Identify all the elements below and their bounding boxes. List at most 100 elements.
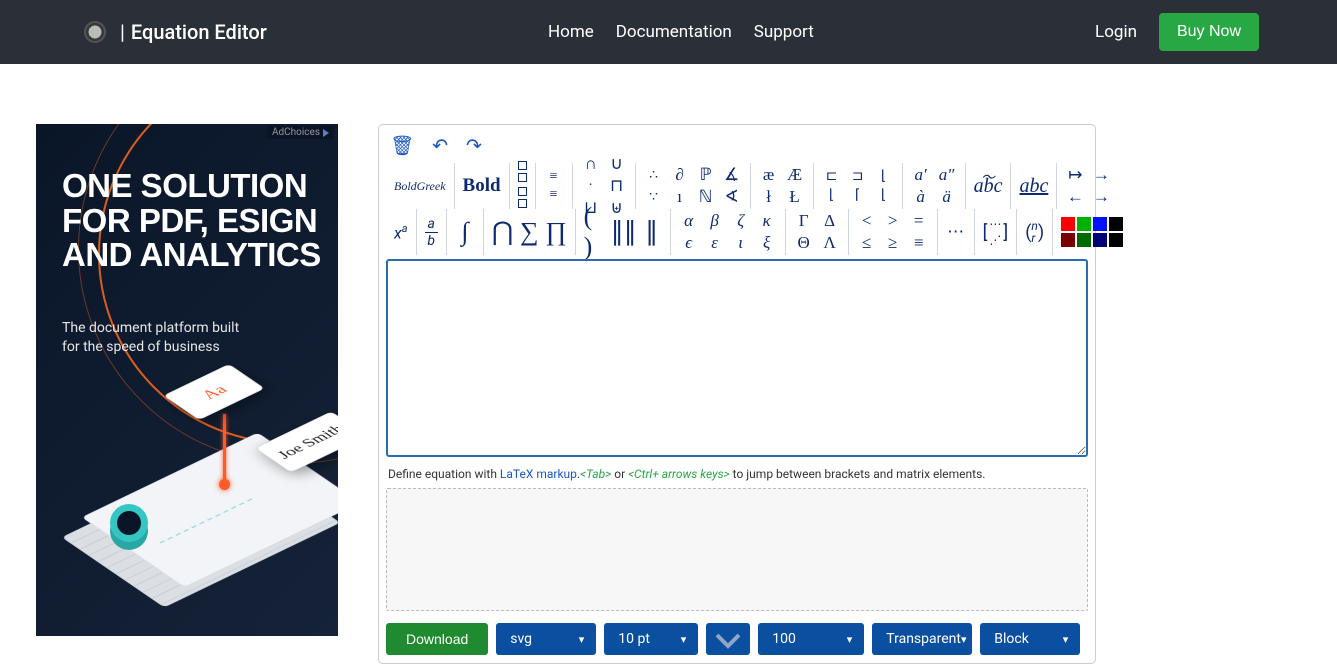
- geq-button[interactable]: ≥: [883, 233, 903, 253]
- underline-button[interactable]: abc: [1019, 175, 1048, 198]
- norm-button[interactable]: ∥∥: [612, 217, 636, 247]
- angle2-button[interactable]: ∢: [722, 187, 742, 207]
- mapsto-button[interactable]: ↦: [1065, 165, 1085, 185]
- eq-button[interactable]: =: [909, 211, 929, 231]
- latex-markup-link[interactable]: LaTeX markup: [500, 467, 577, 481]
- lstroke-lc-button[interactable]: ł: [759, 187, 779, 207]
- latex-input[interactable]: [386, 259, 1088, 457]
- leq-button[interactable]: ≤: [857, 233, 877, 253]
- dotless-i-button[interactable]: ı: [670, 187, 690, 207]
- nat-button[interactable]: ℕ: [696, 187, 716, 207]
- cdots-button[interactable]: ⋯: [946, 222, 966, 242]
- display-select[interactable]: Block▾: [980, 623, 1080, 655]
- xi-button[interactable]: ξ: [757, 233, 777, 253]
- partial-button[interactable]: ∂: [670, 165, 690, 185]
- swatch-blue[interactable]: [1093, 217, 1107, 231]
- sqsup-button[interactable]: ⊐: [848, 168, 868, 185]
- nav-docs[interactable]: Documentation: [616, 22, 732, 42]
- therefore-button[interactable]: ∴: [644, 165, 664, 185]
- hat-button[interactable]: ～abc: [974, 175, 1003, 198]
- because-button[interactable]: ∵: [644, 187, 664, 207]
- lfloor2-button[interactable]: ⌊: [822, 187, 842, 204]
- redo-icon[interactable]: ↷: [466, 134, 482, 157]
- nav-home[interactable]: Home: [548, 22, 594, 42]
- fraction-button[interactable]: a b: [425, 216, 438, 249]
- swatch-black2[interactable]: [1109, 233, 1123, 247]
- ad-headline: ONE SOLUTION FOR PDF, ESIGN AND ANALYTIC…: [62, 169, 321, 273]
- cup-button[interactable]: ∪: [607, 154, 627, 174]
- brand-title: Equation Editor: [131, 20, 267, 44]
- fontsize-select[interactable]: 10 pt▾: [604, 623, 698, 655]
- parens-button[interactable]: ( ): [584, 202, 606, 262]
- color-picker-button[interactable]: [706, 623, 750, 655]
- buy-button[interactable]: Buy Now: [1159, 13, 1259, 51]
- swatch-green[interactable]: [1077, 217, 1091, 231]
- chevron-down-icon: ▾: [681, 633, 687, 646]
- Delta-button[interactable]: Δ: [820, 211, 840, 231]
- swatch-black[interactable]: [1109, 217, 1123, 231]
- format-select[interactable]: svg▾: [496, 623, 596, 655]
- bold-greek-button[interactable]: BoldGreek: [394, 179, 446, 194]
- alpha-button[interactable]: α: [679, 211, 699, 231]
- sum-button[interactable]: ∑: [519, 217, 539, 247]
- integral-button[interactable]: ∫: [455, 217, 475, 247]
- chevron-down-icon: ▾: [961, 633, 967, 646]
- nav-support[interactable]: Support: [754, 22, 814, 42]
- a-umlaut-button[interactable]: ä: [937, 187, 957, 207]
- lfloor-button[interactable]: ⌊: [874, 168, 894, 185]
- iota-button[interactable]: ι: [731, 233, 751, 253]
- Lambda-button[interactable]: Λ: [820, 233, 840, 253]
- angle-button[interactable]: ∡: [722, 165, 742, 185]
- lt-button[interactable]: <: [857, 211, 877, 231]
- ae-lc-button[interactable]: æ: [759, 165, 779, 185]
- sqsub-button[interactable]: ⊏: [822, 168, 842, 185]
- login-link[interactable]: Login: [1095, 22, 1137, 42]
- equiv-button[interactable]: ≡: [909, 233, 929, 253]
- lfloor3-button[interactable]: ⌊: [874, 187, 894, 204]
- epsilon-button[interactable]: ε: [705, 233, 725, 253]
- swatch-darkred[interactable]: [1061, 233, 1075, 247]
- ad-banner[interactable]: AdChoices ONE SOLUTION FOR PDF, ESIGN AN…: [36, 124, 338, 636]
- background-select[interactable]: Transparent▾: [872, 623, 972, 655]
- superscript-button[interactable]: xa: [394, 222, 408, 242]
- gt-button[interactable]: >: [883, 211, 903, 231]
- arrows-grid: ↦ → ← →: [1065, 165, 1111, 207]
- arrow-left-button[interactable]: ←: [1065, 187, 1085, 207]
- lceil-button[interactable]: ⌈: [848, 187, 868, 204]
- swatch-darkgreen[interactable]: [1077, 233, 1091, 247]
- binom-button[interactable]: (nr): [1025, 220, 1044, 244]
- bold-button[interactable]: Bold: [463, 175, 501, 197]
- kappa-button[interactable]: κ: [757, 211, 777, 231]
- undo-icon[interactable]: ↶: [432, 134, 448, 157]
- a-dprime-button[interactable]: a″: [937, 165, 957, 185]
- varepsilon-button[interactable]: ϵ: [679, 233, 699, 253]
- sqcap-button[interactable]: ⊓: [607, 176, 627, 196]
- brand[interactable]: | Equation Editor: [84, 20, 267, 44]
- box-pair-button[interactable]: [518, 161, 527, 211]
- bracket-grid: ⊏ ⊐ ⌊ ⌊ ⌈ ⌊: [822, 168, 894, 204]
- cap-button[interactable]: ∩: [581, 154, 601, 174]
- Theta-button[interactable]: Θ: [794, 233, 814, 253]
- beta-button[interactable]: β: [705, 211, 725, 231]
- prob-button[interactable]: ℙ: [696, 165, 716, 185]
- swatch-red[interactable]: [1061, 217, 1075, 231]
- prod-button[interactable]: ∏: [545, 217, 566, 247]
- bigcap-button[interactable]: ⋂: [492, 217, 513, 247]
- trash-icon[interactable]: 🗑: [390, 134, 414, 157]
- input-hint: Define equation with LaTeX markup.<Tab> …: [386, 461, 1088, 487]
- parallel-button[interactable]: ∥: [642, 217, 662, 247]
- download-button[interactable]: Download: [386, 623, 488, 655]
- a-prime-button[interactable]: a′: [911, 165, 931, 185]
- Gamma-button[interactable]: Γ: [794, 211, 814, 231]
- zeta-button[interactable]: ζ: [731, 211, 751, 231]
- matrix-button[interactable]: [⋯⋰]: [983, 218, 1009, 246]
- a-grave-button[interactable]: à: [911, 187, 931, 207]
- arrow-right-button[interactable]: →: [1091, 165, 1111, 185]
- alignment-button[interactable]: ≡ ≡: [544, 169, 564, 203]
- ae-uc-button[interactable]: Æ: [785, 165, 805, 185]
- lstroke-uc-button[interactable]: Ł: [785, 187, 805, 207]
- zoom-select[interactable]: 100▾: [758, 623, 864, 655]
- arrow-right2-button[interactable]: →: [1091, 187, 1111, 207]
- swatch-darkblue[interactable]: [1093, 233, 1107, 247]
- dot-button[interactable]: ·: [581, 176, 601, 196]
